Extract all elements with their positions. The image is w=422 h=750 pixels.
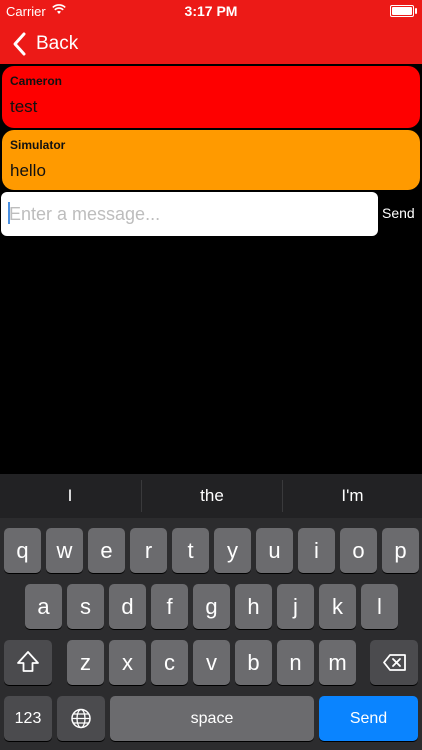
shift-key[interactable]	[4, 640, 52, 685]
back-button[interactable]: Back	[10, 30, 78, 58]
delete-key[interactable]	[370, 640, 418, 685]
key-d[interactable]: d	[109, 584, 146, 629]
suggestion-item[interactable]: the	[142, 474, 282, 518]
chevron-left-icon	[13, 32, 26, 56]
message-bubble: Cameron test	[2, 66, 420, 128]
text-cursor	[8, 202, 10, 224]
message-sender: Simulator	[10, 138, 66, 152]
key-c[interactable]: c	[151, 640, 188, 685]
key-x[interactable]: x	[109, 640, 146, 685]
key-z[interactable]: z	[67, 640, 104, 685]
key-v[interactable]: v	[193, 640, 230, 685]
message-sender: Cameron	[10, 74, 63, 88]
message-bubble: Simulator hello	[2, 130, 420, 190]
return-send-key[interactable]: Send	[319, 696, 418, 741]
key-a[interactable]: a	[25, 584, 62, 629]
numbers-key[interactable]: 123	[4, 696, 52, 741]
key-p[interactable]: p	[382, 528, 419, 573]
key-s[interactable]: s	[67, 584, 104, 629]
key-f[interactable]: f	[151, 584, 188, 629]
clock: 3:17 PM	[184, 3, 238, 19]
message-text: test	[10, 97, 38, 116]
message-text: hello	[10, 161, 46, 180]
suggestion-item[interactable]: I'm	[283, 474, 422, 518]
globe-icon	[71, 708, 91, 729]
key-b[interactable]: b	[235, 640, 272, 685]
key-m[interactable]: m	[319, 640, 356, 685]
key-k[interactable]: k	[319, 584, 356, 629]
shift-icon	[17, 651, 39, 672]
suggestion-item[interactable]: I	[0, 474, 140, 518]
key-e[interactable]: e	[88, 528, 125, 573]
key-r[interactable]: r	[130, 528, 167, 573]
key-g[interactable]: g	[193, 584, 230, 629]
key-i[interactable]: i	[298, 528, 335, 573]
back-label: Back	[36, 33, 79, 54]
key-j[interactable]: j	[277, 584, 314, 629]
backspace-icon	[383, 654, 406, 671]
key-y[interactable]: y	[214, 528, 251, 573]
keyboard: I the I'm q w e r t y u i o p a s d f g …	[0, 474, 422, 750]
key-o[interactable]: o	[340, 528, 377, 573]
globe-key[interactable]	[57, 696, 105, 741]
message-input[interactable]	[1, 192, 378, 236]
space-key[interactable]: space	[110, 696, 314, 741]
navigation-bar: Carrier 3:17 PM Back	[0, 0, 422, 64]
suggestion-bar: I the I'm	[0, 474, 422, 518]
key-t[interactable]: t	[172, 528, 209, 573]
key-n[interactable]: n	[277, 640, 314, 685]
key-l[interactable]: l	[361, 584, 398, 629]
battery-icon	[390, 5, 417, 17]
send-button[interactable]: Send	[382, 205, 415, 221]
key-u[interactable]: u	[256, 528, 293, 573]
key-w[interactable]: w	[46, 528, 83, 573]
key-h[interactable]: h	[235, 584, 272, 629]
status-bar: Carrier 3:17 PM	[0, 0, 422, 22]
key-q[interactable]: q	[4, 528, 41, 573]
